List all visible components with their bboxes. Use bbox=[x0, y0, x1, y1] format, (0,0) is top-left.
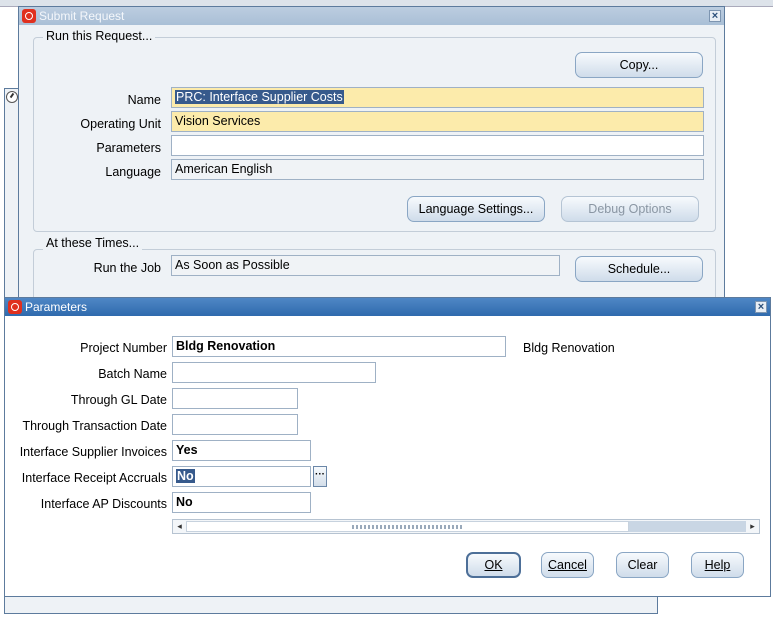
interface-ap-discounts-field[interactable]: No bbox=[172, 492, 311, 513]
through-gl-date-label: Through GL Date bbox=[70, 393, 167, 407]
run-job-field[interactable]: As Soon as Possible bbox=[171, 255, 560, 276]
batch-name-field[interactable] bbox=[172, 362, 376, 383]
window-title: Parameters bbox=[25, 300, 88, 314]
language-settings-button[interactable]: Language Settings... bbox=[407, 196, 545, 222]
through-transaction-date-field[interactable] bbox=[172, 414, 298, 435]
close-icon[interactable]: × bbox=[709, 10, 721, 22]
interface-receipt-accruals-label: Interface Receipt Accruals bbox=[21, 471, 167, 485]
through-gl-date-field[interactable] bbox=[172, 388, 298, 409]
submit-request-titlebar[interactable]: Submit Request × bbox=[19, 7, 724, 25]
through-transaction-date-label: Through Transaction Date bbox=[22, 419, 167, 433]
list-of-values-button[interactable]: ··· bbox=[313, 466, 327, 487]
times-group-label: At these Times... bbox=[43, 236, 143, 250]
ok-button[interactable]: OK bbox=[466, 552, 521, 578]
operating-unit-field[interactable]: Vision Services bbox=[171, 111, 704, 132]
project-number-label: Project Number bbox=[80, 341, 167, 355]
help-label: Help bbox=[704, 558, 731, 572]
parameters-field[interactable] bbox=[171, 135, 704, 156]
scroll-left-icon[interactable]: ◂ bbox=[173, 520, 186, 533]
schedule-button[interactable]: Schedule... bbox=[575, 256, 703, 282]
scrollbar-grip bbox=[352, 525, 462, 529]
interface-ap-discounts-label: Interface AP Discounts bbox=[40, 497, 167, 511]
language-label: Language bbox=[105, 165, 161, 179]
window-title: Submit Request bbox=[39, 9, 125, 23]
run-request-group-label: Run this Request... bbox=[43, 29, 156, 43]
interface-receipt-accruals-value: No bbox=[176, 469, 195, 483]
scrollbar-track[interactable] bbox=[629, 521, 746, 532]
name-value: PRC: Interface Supplier Costs bbox=[175, 90, 344, 104]
interface-supplier-invoices-label: Interface Supplier Invoices bbox=[19, 445, 167, 459]
batch-name-label: Batch Name bbox=[98, 367, 167, 381]
oracle-logo-icon bbox=[8, 300, 22, 314]
cancel-button[interactable]: Cancel bbox=[541, 552, 594, 578]
project-number-field[interactable]: Bldg Renovation bbox=[172, 336, 506, 357]
language-field[interactable]: American English bbox=[171, 159, 704, 180]
help-button[interactable]: Help bbox=[691, 552, 744, 578]
interface-receipt-accruals-field[interactable]: No bbox=[172, 466, 311, 487]
close-icon[interactable]: × bbox=[755, 301, 767, 313]
submit-request-window: Submit Request × Run this Request... Cop… bbox=[18, 6, 725, 309]
run-job-label: Run the Job bbox=[93, 261, 161, 275]
parameters-label: Parameters bbox=[96, 141, 161, 155]
scrollbar-thumb[interactable] bbox=[186, 521, 629, 532]
cancel-label: Cancel bbox=[548, 558, 587, 572]
copy-button[interactable]: Copy... bbox=[575, 52, 703, 78]
interface-supplier-invoices-field[interactable]: Yes bbox=[172, 440, 311, 461]
scroll-right-icon[interactable]: ▸ bbox=[746, 520, 759, 533]
debug-options-button[interactable]: Debug Options bbox=[561, 196, 699, 222]
oracle-logo-icon bbox=[22, 9, 36, 23]
operating-unit-label: Operating Unit bbox=[80, 117, 161, 131]
background-window-bottom bbox=[4, 596, 658, 614]
name-label: Name bbox=[127, 93, 161, 107]
clear-button[interactable]: Clear bbox=[616, 552, 669, 578]
ok-label: OK bbox=[484, 558, 503, 572]
parameters-titlebar[interactable]: Parameters × bbox=[5, 298, 770, 316]
clock-icon bbox=[6, 91, 18, 103]
name-field[interactable]: PRC: Interface Supplier Costs bbox=[171, 87, 704, 108]
horizontal-scrollbar[interactable]: ◂ ▸ bbox=[172, 519, 760, 534]
project-number-description: Bldg Renovation bbox=[523, 341, 615, 355]
